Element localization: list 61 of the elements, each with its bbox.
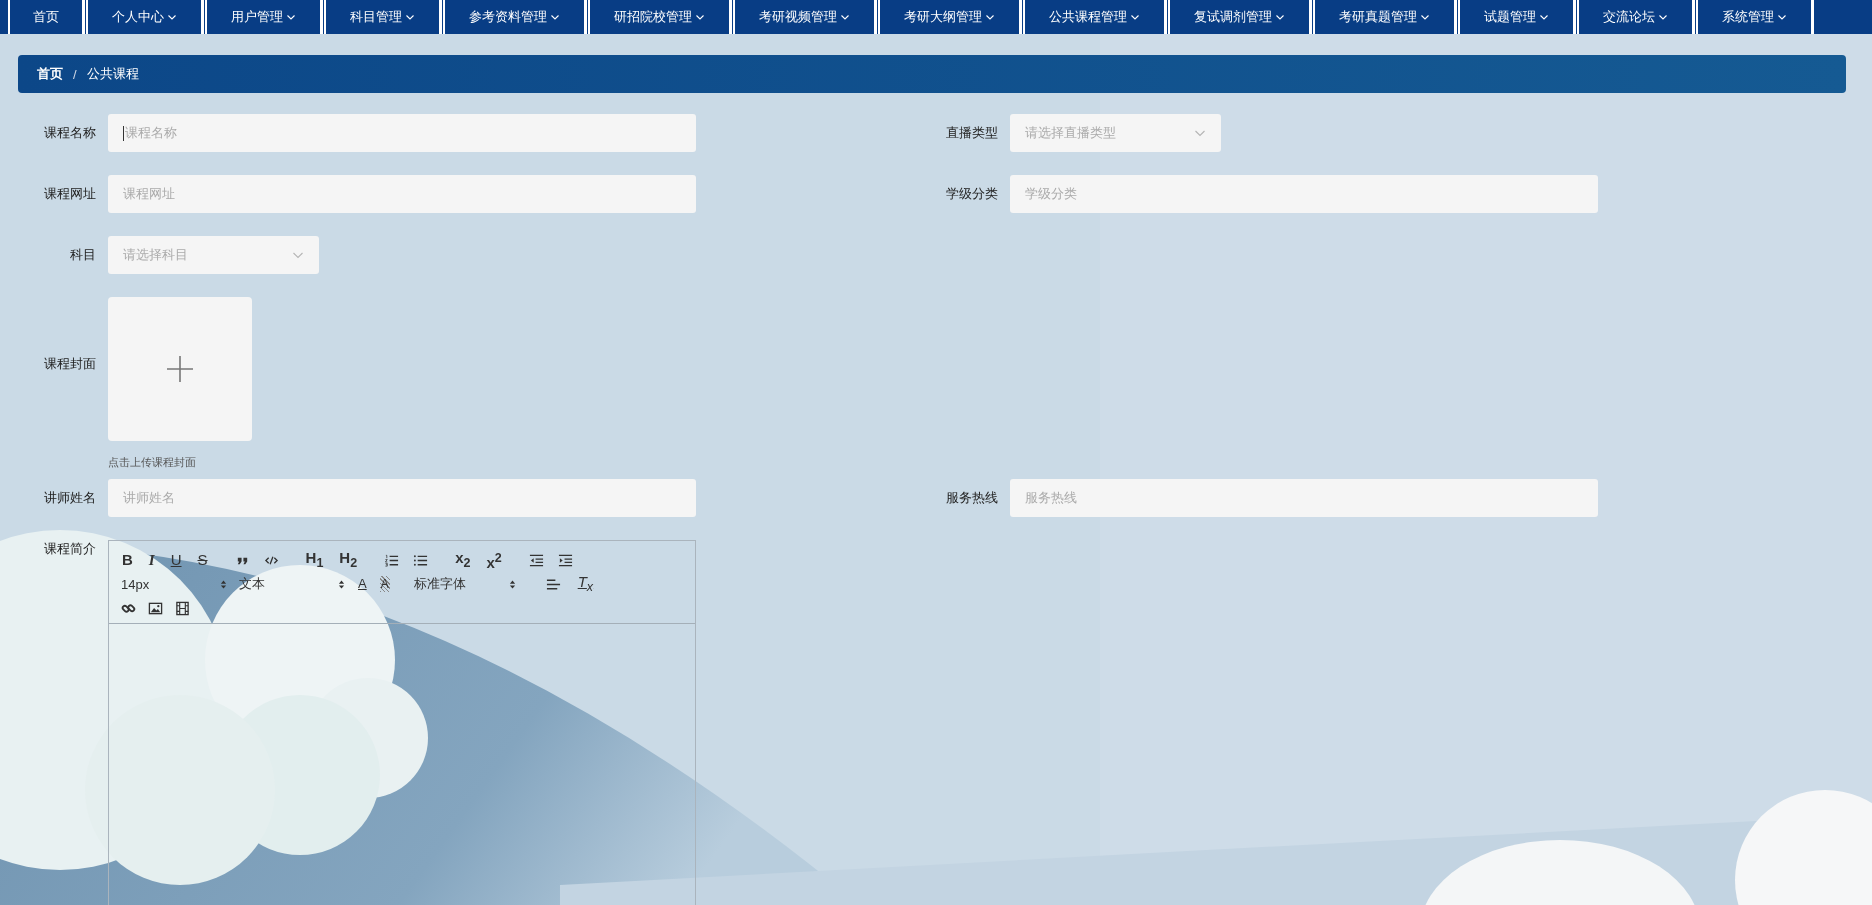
nav-menu-item[interactable]: 考研视频管理 — [733, 0, 874, 34]
field-label: 服务热线 — [945, 489, 999, 507]
background-color-button[interactable]: A — [379, 576, 390, 592]
field-label: 课程封面 — [43, 354, 97, 373]
spinner-arrows-icon — [338, 578, 345, 590]
heading-button[interactable]: H$_{2}$ — [338, 549, 359, 571]
nav-menu-item[interactable]: 个人中心 — [86, 0, 201, 34]
nav-menu-item[interactable]: 考研真题管理 — [1313, 0, 1454, 34]
font-family-select[interactable]: 标准字体 — [413, 575, 522, 593]
field-label: 课程简介 — [43, 540, 97, 558]
nav-menu-item[interactable]: 交流论坛 — [1577, 0, 1692, 34]
breadcrumb-link[interactable]: 首页 — [37, 65, 63, 83]
field-label: 直播类型 — [945, 124, 999, 142]
font-size-select[interactable]: 14px — [121, 576, 233, 592]
outdent-icon[interactable] — [528, 552, 544, 568]
font-color-button[interactable]: A — [357, 576, 368, 592]
image-icon[interactable] — [148, 600, 163, 616]
nav-menu-item[interactable]: 用户管理 — [205, 0, 320, 34]
indent-icon[interactable] — [557, 552, 573, 568]
caret-icon — [286, 12, 296, 22]
caret-icon — [1777, 12, 1787, 22]
field-label: 科目 — [69, 246, 97, 264]
breadcrumb-separator: / — [73, 66, 77, 82]
caret-icon — [405, 12, 415, 22]
bullet-list-icon[interactable] — [413, 552, 429, 568]
caret-icon — [985, 12, 995, 22]
field-label: 学级分类 — [945, 185, 999, 203]
spinner-arrows-icon — [508, 578, 516, 590]
nav-menu-item[interactable]: 公共课程管理 — [1023, 0, 1164, 34]
format-button[interactable]: B — [121, 552, 134, 568]
nav-menu-item[interactable]: 考研大纲管理 — [878, 0, 1019, 34]
caret-icon — [1275, 12, 1285, 22]
caret-icon — [1539, 12, 1549, 22]
heading-button[interactable]: H$_{1}$ — [304, 549, 325, 571]
nav-menu-item[interactable]: 参考资料管理 — [443, 0, 584, 34]
script-button[interactable]: x$_{2}$ — [454, 549, 472, 571]
numbered-list-icon[interactable] — [384, 552, 400, 568]
clear-format-button[interactable]: T$_{x}$ — [576, 573, 595, 595]
caret-icon — [840, 12, 850, 22]
film-icon[interactable] — [175, 600, 190, 616]
field-label: 讲师姓名 — [43, 489, 97, 507]
nav-menu-item[interactable]: 系统管理 — [1696, 0, 1811, 34]
script-button[interactable]: x$^{2}$ — [485, 549, 503, 571]
field-label: 课程网址 — [43, 185, 97, 203]
nav-menu-item[interactable]: 复试调剂管理 — [1168, 0, 1309, 34]
caret-icon — [1130, 12, 1140, 22]
upload-hint: 点击上传课程封面 — [108, 455, 197, 470]
plus-icon — [166, 355, 194, 383]
caret-icon — [167, 12, 177, 22]
caret-icon — [1420, 12, 1430, 22]
nav-menu-item[interactable]: 试题管理 — [1458, 0, 1573, 34]
spinner-arrows-icon — [220, 578, 227, 590]
format-button[interactable]: S — [196, 552, 209, 568]
caret-icon — [550, 12, 560, 22]
caret-icon — [1658, 12, 1668, 22]
nav-menu-item[interactable]: 首页 — [8, 0, 82, 34]
nav-menu-item[interactable]: 研招院校管理 — [588, 0, 729, 34]
caret-icon — [695, 12, 705, 22]
format-button[interactable]: I — [147, 552, 156, 568]
nav-menu-item[interactable]: 科目管理 — [324, 0, 439, 34]
field-label: 课程名称 — [43, 124, 97, 142]
